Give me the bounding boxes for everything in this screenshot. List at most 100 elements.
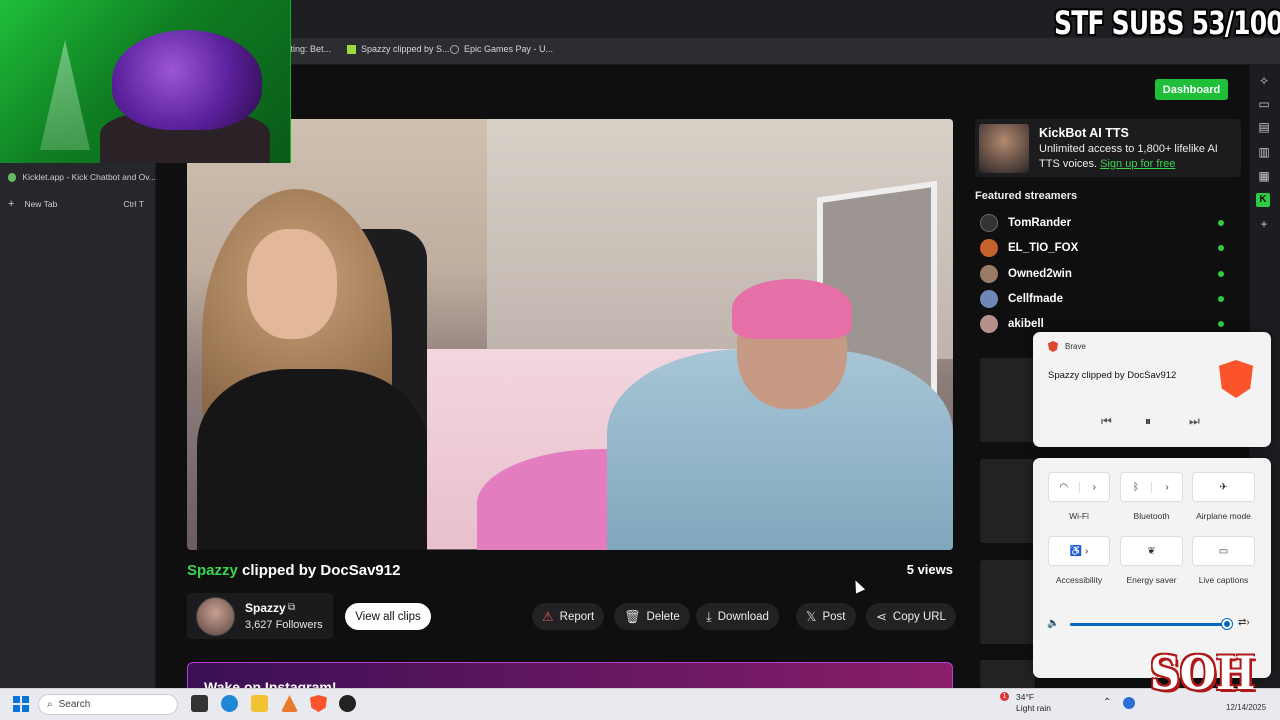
bookmark-label: Spazzy clipped by S... bbox=[361, 44, 450, 54]
external-link-icon[interactable]: ⧉ bbox=[288, 602, 295, 613]
clip-video-player[interactable] bbox=[187, 119, 953, 550]
view-count: 5 views bbox=[906, 562, 953, 577]
live-dot-icon bbox=[1218, 321, 1224, 327]
tab-new-tab[interactable]: + New Tab Ctrl T bbox=[0, 193, 156, 215]
tray-app-icon[interactable] bbox=[1123, 697, 1135, 709]
report-label: Report bbox=[559, 610, 595, 623]
live-captions-label: Live captions bbox=[1198, 575, 1249, 585]
tab-shortcut: Ctrl T bbox=[123, 199, 144, 209]
post-button[interactable]: 𝕏 Post bbox=[796, 603, 856, 630]
trash-icon: 🗑 bbox=[624, 608, 641, 624]
volume-slider-thumb[interactable] bbox=[1222, 619, 1232, 629]
previous-track-icon[interactable]: ⏮ bbox=[1101, 414, 1112, 429]
clip-thumbnail[interactable] bbox=[980, 358, 1035, 442]
clip-title: Spazzy clipped by DocSav912 bbox=[187, 562, 400, 579]
playlist-icon[interactable]: ▭ bbox=[1256, 96, 1272, 112]
subs-goal-overlay: STF SUBS 53/100 bbox=[1054, 4, 1280, 42]
accessibility-toggle[interactable]: ♿ › bbox=[1048, 536, 1110, 566]
next-track-icon[interactable]: ⏭ bbox=[1189, 414, 1200, 429]
streamer-name: akibell bbox=[1008, 318, 1044, 330]
avatar bbox=[980, 315, 998, 333]
warning-icon: ⚠ bbox=[542, 608, 554, 624]
bookmark-label: tting: Bet... bbox=[288, 44, 332, 54]
clip-thumbnail[interactable] bbox=[980, 560, 1035, 644]
delete-button[interactable]: 🗑 Delete bbox=[614, 603, 690, 630]
avatar bbox=[980, 214, 998, 232]
ad-title: KickBot AI TTS bbox=[1039, 126, 1129, 140]
airplane-label: Airplane mode bbox=[1196, 511, 1251, 521]
bookmarks-icon[interactable]: ▥ bbox=[1256, 144, 1272, 160]
view-all-clips-button[interactable]: View all clips bbox=[345, 603, 431, 630]
follower-count: 3,627 Followers bbox=[245, 619, 323, 631]
featured-streamer-item[interactable]: Owned2win bbox=[980, 264, 1230, 284]
wifi-toggle[interactable]: ◠ › bbox=[1048, 472, 1110, 502]
wallet-icon[interactable]: ▤ bbox=[1256, 119, 1272, 135]
clock-date[interactable]: 12/14/2025 bbox=[1226, 703, 1266, 712]
weather-widget[interactable]: 34°F Light rain bbox=[1016, 692, 1051, 714]
energy-saver-label: Energy saver bbox=[1126, 575, 1177, 585]
featured-streamer-item[interactable]: TomRander bbox=[980, 213, 1230, 233]
bluetooth-toggle[interactable]: ᛒ › bbox=[1120, 472, 1183, 502]
leo-ai-icon[interactable]: ✧ bbox=[1256, 73, 1272, 89]
download-icon: ⤓ bbox=[706, 608, 712, 624]
tab-kicklet[interactable]: Kicklet.app - Kick Chatbot and Ov... bbox=[0, 166, 156, 188]
streamer-name: Cellfmade bbox=[1008, 293, 1063, 305]
obs-icon[interactable] bbox=[339, 695, 356, 712]
dashboard-button[interactable]: Dashboard bbox=[1155, 79, 1228, 100]
avatar bbox=[980, 290, 998, 308]
share-icon: ⋖ bbox=[876, 608, 887, 624]
task-view-icon[interactable] bbox=[191, 695, 208, 712]
bookmark-item[interactable]: Spazzy clipped by S... bbox=[347, 44, 450, 54]
report-button[interactable]: ⚠ Report bbox=[532, 603, 605, 630]
clip-streamer-link[interactable]: Spazzy bbox=[187, 562, 238, 579]
streamer-name: TomRander bbox=[1008, 217, 1072, 229]
bookmark-item[interactable]: Epic Games Pay - U... bbox=[450, 44, 553, 54]
volume-slider[interactable] bbox=[1070, 623, 1228, 626]
avatar bbox=[980, 265, 998, 283]
channel-name-link[interactable]: Spazzy bbox=[245, 601, 286, 615]
airplane-mode-toggle[interactable]: ✈ bbox=[1192, 472, 1255, 502]
search-icon: ⌕ bbox=[47, 699, 53, 710]
soh-logo-overlay: SOH bbox=[1150, 646, 1256, 700]
kick-extension-icon[interactable]: K bbox=[1256, 193, 1270, 207]
copy-url-button[interactable]: ⋖ Copy URL bbox=[866, 603, 956, 630]
chevron-right-icon[interactable]: › bbox=[1151, 481, 1182, 493]
bookmark-label: Epic Games Pay - U... bbox=[464, 44, 554, 54]
avatar[interactable] bbox=[196, 597, 235, 636]
delete-label: Delete bbox=[646, 610, 680, 623]
wifi-label: Wi-Fi bbox=[1069, 511, 1089, 521]
avatar bbox=[980, 239, 998, 257]
airplane-icon: ✈ bbox=[1219, 481, 1228, 493]
tab-label: Kicklet.app - Kick Chatbot and Ov... bbox=[22, 172, 156, 182]
bookmark-item[interactable]: tting: Bet... bbox=[288, 44, 331, 54]
clip-thumbnail[interactable] bbox=[980, 459, 1035, 543]
ad-image bbox=[979, 124, 1029, 173]
media-title: Spazzy clipped by DocSav912 bbox=[1048, 370, 1177, 381]
edge-icon[interactable] bbox=[221, 695, 238, 712]
clip-thumbnail[interactable] bbox=[980, 660, 1035, 688]
featured-streamer-item[interactable]: EL_TIO_FOX bbox=[980, 238, 1230, 258]
audio-output-icon[interactable]: ⇄› bbox=[1238, 617, 1250, 628]
pause-icon[interactable]: ⏸ bbox=[1145, 414, 1151, 429]
bluetooth-icon: ᛒ bbox=[1133, 481, 1139, 493]
accessibility-icon: ♿ › bbox=[1069, 545, 1089, 557]
live-captions-toggle[interactable]: ▭ bbox=[1192, 536, 1255, 566]
ad-signup-link[interactable]: Sign up for free bbox=[1100, 158, 1175, 170]
taskbar-search[interactable]: ⌕ Search bbox=[38, 694, 178, 715]
chevron-up-icon[interactable]: ⌃ bbox=[1103, 697, 1111, 708]
speaker-icon[interactable]: 🔈 bbox=[1047, 618, 1059, 629]
tab-label: New Tab bbox=[24, 199, 58, 209]
featured-streamers-heading: Featured streamers bbox=[975, 190, 1078, 202]
reading-list-icon[interactable]: ▦ bbox=[1256, 168, 1272, 184]
add-icon[interactable]: + bbox=[1256, 216, 1272, 232]
chevron-right-icon[interactable]: › bbox=[1078, 481, 1110, 493]
energy-saver-toggle[interactable]: ❦ bbox=[1120, 536, 1183, 566]
leaf-icon: ❦ bbox=[1147, 545, 1156, 557]
featured-streamer-item[interactable]: Cellfmade bbox=[980, 289, 1230, 309]
kicklet-favicon-icon bbox=[8, 172, 17, 182]
windows-start-icon[interactable] bbox=[13, 696, 29, 712]
featured-streamer-item[interactable]: akibell bbox=[980, 314, 1230, 334]
weather-desc: Light rain bbox=[1016, 703, 1051, 713]
file-explorer-icon[interactable] bbox=[251, 695, 268, 712]
download-button[interactable]: ⤓ Download bbox=[696, 603, 779, 630]
